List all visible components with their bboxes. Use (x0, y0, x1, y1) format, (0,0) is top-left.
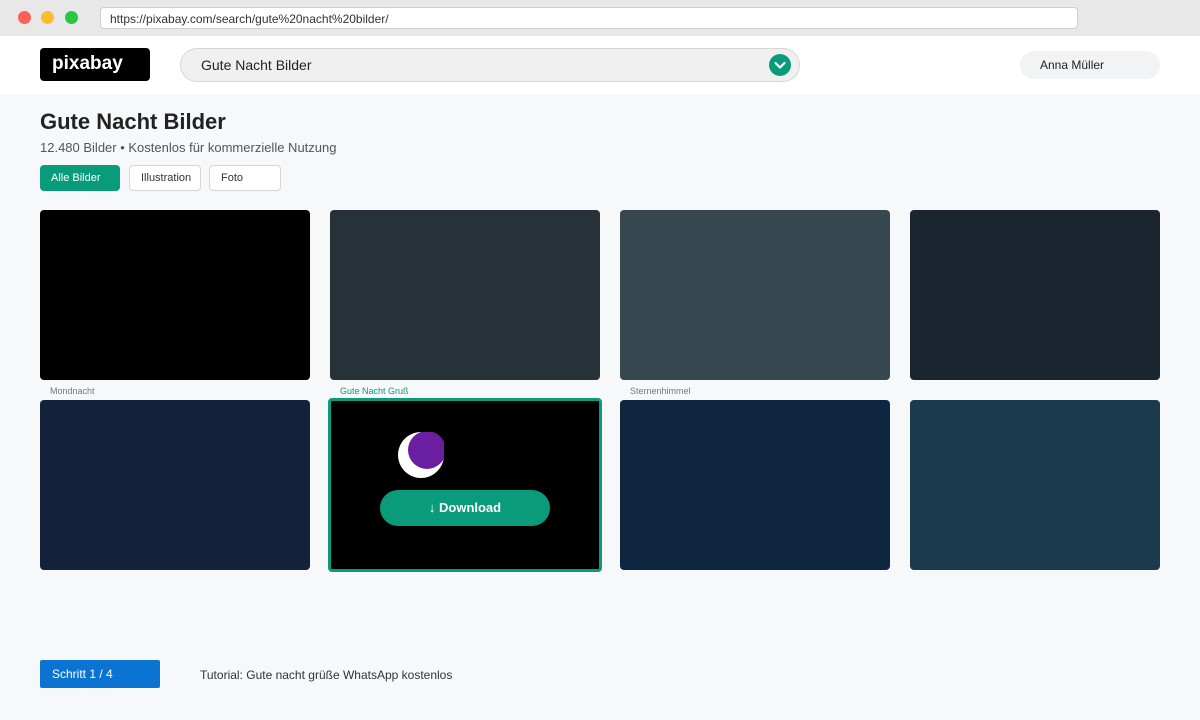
address-bar[interactable]: https://pixabay.com/search/gute%20nacht%… (100, 7, 1078, 29)
image-card-7[interactable] (620, 400, 890, 570)
image-card-selected[interactable]: ↓ Download (328, 398, 602, 572)
chevron-down-icon (774, 61, 786, 69)
site-header: pixabay Gute Nacht Bilder Anna Müller (0, 36, 1200, 94)
tutorial-step-badge[interactable]: Schritt 1 / 4 (40, 660, 160, 688)
image-card-1[interactable] (40, 210, 310, 380)
maximize-window-icon[interactable] (65, 11, 78, 24)
pixabay-logo[interactable]: pixabay (40, 48, 150, 81)
filter-all-images[interactable]: Alle Bilder (40, 165, 120, 191)
result-summary: 12.480 Bilder • Kostenlos für kommerziel… (40, 140, 337, 155)
filter-illustration[interactable]: Illustration (129, 165, 201, 191)
moon-icon (398, 432, 444, 478)
image-card-4[interactable] (910, 210, 1160, 380)
user-menu[interactable]: Anna Müller (1020, 51, 1160, 79)
browser-chrome: https://pixabay.com/search/gute%20nacht%… (0, 0, 1200, 36)
search-input[interactable]: Gute Nacht Bilder (201, 49, 312, 81)
image-card-2[interactable] (330, 210, 600, 380)
download-button[interactable]: ↓ Download (380, 490, 550, 526)
image-caption-sternenhimmel: Sternenhimmel (630, 386, 691, 396)
image-card-5[interactable] (40, 400, 310, 570)
minimize-window-icon[interactable] (41, 11, 54, 24)
image-caption-mondnacht: Mondnacht (50, 386, 95, 396)
search-submit-button[interactable] (769, 54, 791, 76)
close-window-icon[interactable] (18, 11, 31, 24)
image-caption-gute-nacht-gruss[interactable]: Gute Nacht Gruß (340, 386, 409, 396)
filter-photo[interactable]: Foto (209, 165, 281, 191)
search-bar[interactable]: Gute Nacht Bilder (180, 48, 800, 82)
image-card-3[interactable] (620, 210, 890, 380)
image-card-8[interactable] (910, 400, 1160, 570)
tutorial-title: Tutorial: Gute nacht grüße WhatsApp kost… (200, 668, 453, 682)
page-title: Gute Nacht Bilder (40, 109, 226, 134)
